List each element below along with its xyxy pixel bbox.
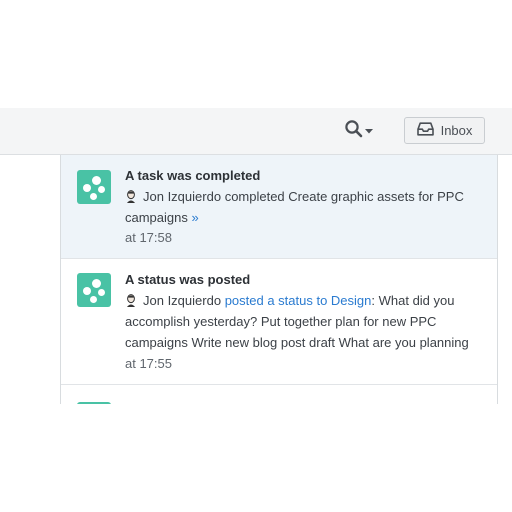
app-dots-icon [77,273,111,307]
inbox-tray-icon [416,122,434,139]
user-avatar-icon [125,188,137,203]
feed-item-title: A task was completed [125,168,261,183]
search-menu-button[interactable] [344,118,380,144]
inbox-label: Inbox [440,123,473,138]
feed-item[interactable]: A status was posted Jon Izquierdo posted… [61,259,497,385]
feed-item[interactable]: A task was completed Jon Izquierdo compl… [61,155,497,259]
app-dots-icon [77,402,111,404]
feed-item-title: A status was posted [125,272,251,287]
user-name: Jon Izquierdo [143,189,222,204]
feed-item[interactable] [61,385,497,404]
user-avatar-icon [125,292,137,307]
inbox-button[interactable]: Inbox [404,117,485,144]
page: Inbox A task was completed Jon Izquierdo… [0,0,512,512]
user-name: Jon Izquierdo [143,293,222,308]
app-dots-icon [77,170,111,204]
timestamp: at 17:58 [125,230,172,245]
status-link[interactable]: posted a status to Design [225,293,372,308]
search-icon [344,119,364,144]
top-toolbar: Inbox [0,108,512,155]
feed-item-body: Jon Izquierdo completed Create graphic a… [125,186,485,228]
feed-item-body: Jon Izquierdo posted a status to Design:… [125,290,485,353]
more-link[interactable]: » [192,210,199,225]
timestamp: at 17:55 [125,356,172,371]
activity-feed: A task was completed Jon Izquierdo compl… [60,155,498,404]
chevron-down-icon [364,122,374,140]
